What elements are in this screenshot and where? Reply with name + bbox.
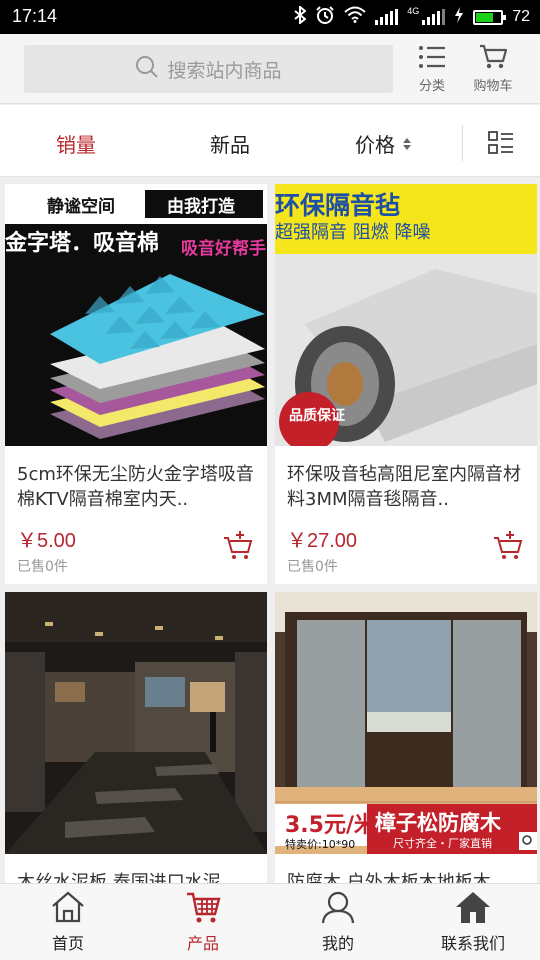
add-to-cart-icon[interactable] xyxy=(493,530,523,560)
signal-icon xyxy=(375,9,399,25)
status-time: 17:14 xyxy=(12,6,58,26)
house-icon xyxy=(413,890,533,924)
sort-price-label: 价格 xyxy=(355,133,395,157)
status-icons: 4G 72 xyxy=(294,4,530,30)
sort-bar: 销量 新品 价格 xyxy=(0,105,540,177)
product-image-badge: 品质保证 xyxy=(289,407,345,424)
alarm-icon xyxy=(315,5,335,30)
list-view-icon[interactable] xyxy=(488,131,514,155)
product-card[interactable]: 环保隔音毡 超强隔音 阻燃 降噪 品质保证 环保吸音毡高阻尼室内隔音材料3MM隔… xyxy=(275,184,537,584)
divider xyxy=(462,125,463,161)
tab-products[interactable]: 产品 xyxy=(143,890,263,954)
network-type: 4G xyxy=(407,5,420,16)
product-image-tag1: 静谧空间 xyxy=(47,196,115,217)
home-icon xyxy=(8,890,128,924)
category-label: 分类 xyxy=(418,79,445,94)
product-title[interactable]: 环保吸音毡高阻尼室内隔音材料3MM隔音毯隔音.. xyxy=(287,462,531,512)
product-title[interactable]: 5cm环保无尘防火金字塔吸音棉KTV隔音棉室内天.. xyxy=(17,462,261,512)
cart-button[interactable]: 购物车 xyxy=(463,42,523,94)
bluetooth-icon xyxy=(294,4,307,29)
product-image-headline: 金字塔．吸音棉 xyxy=(5,230,159,256)
bottom-tab-bar: 首页 产品 我的 联系我们 xyxy=(0,883,540,960)
product-image-sub: 超强隔音 阻燃 降噪 xyxy=(275,222,430,243)
product-sold-count: 已售0件 xyxy=(287,559,338,575)
cart-label: 购物车 xyxy=(473,79,513,94)
product-image-badge: 吸音好帮手 xyxy=(181,238,266,259)
sort-price[interactable]: 价格 xyxy=(355,129,411,158)
status-bar: 17:14 4G 72 xyxy=(0,0,540,34)
product-sold-count: 已售0件 xyxy=(17,559,68,575)
tab-home[interactable]: 首页 xyxy=(8,890,128,954)
search-input[interactable]: 搜索站内商品 xyxy=(24,45,393,93)
product-image[interactable]: 静谧空间 由我打造 金字塔．吸音棉 吸音好帮手 xyxy=(5,184,267,446)
header: 搜索站内商品 分类 购物车 xyxy=(0,34,540,104)
tab-mine-label: 我的 xyxy=(321,934,354,953)
wifi-icon xyxy=(344,6,366,28)
product-price: ￥27.00 xyxy=(287,530,358,552)
cart-icon xyxy=(463,44,523,70)
product-image-spec: 特卖价:10*90 xyxy=(285,837,355,851)
product-image-headline: 樟子松防腐木 xyxy=(375,811,502,835)
menu-list-icon xyxy=(402,44,462,70)
category-button[interactable]: 分类 xyxy=(402,42,462,94)
tab-mine[interactable]: 我的 xyxy=(278,890,398,954)
product-card[interactable]: 静谧空间 由我打造 金字塔．吸音棉 吸音好帮手 5cm环保无尘防火金字塔吸音棉K… xyxy=(5,184,267,584)
tab-contact-label: 联系我们 xyxy=(440,934,505,953)
product-price: ￥5.00 xyxy=(17,530,76,552)
product-image-price-tag: 3.5元/米 xyxy=(285,813,377,838)
tab-home-label: 首页 xyxy=(51,934,84,953)
product-image-sub: 尺寸齐全・厂家直销 xyxy=(393,836,492,850)
product-image[interactable]: 3.5元/米 特卖价:10*90 樟子松防腐木 尺寸齐全・厂家直销 xyxy=(275,592,537,854)
add-to-cart-icon[interactable] xyxy=(223,530,253,560)
cart-icon xyxy=(143,890,263,924)
user-icon xyxy=(278,890,398,924)
search-placeholder: 搜索站内商品 xyxy=(167,59,282,82)
product-image[interactable] xyxy=(5,592,267,854)
tab-contact[interactable]: 联系我们 xyxy=(413,890,533,954)
product-image[interactable]: 环保隔音毡 超强隔音 阻燃 降噪 品质保证 xyxy=(275,184,537,446)
battery-icon xyxy=(473,9,507,25)
charging-icon xyxy=(454,6,464,28)
sort-sales[interactable]: 销量 xyxy=(56,129,96,158)
search-icon xyxy=(135,55,159,84)
sort-caret-icon xyxy=(403,137,411,150)
tab-products-label: 产品 xyxy=(186,934,219,953)
battery-level: 72 xyxy=(512,8,530,25)
signal-icon-2 xyxy=(422,9,446,25)
product-image-tag2: 由我打造 xyxy=(167,196,236,217)
sort-new[interactable]: 新品 xyxy=(210,129,250,158)
product-image-headline: 环保隔音毡 xyxy=(275,191,400,220)
